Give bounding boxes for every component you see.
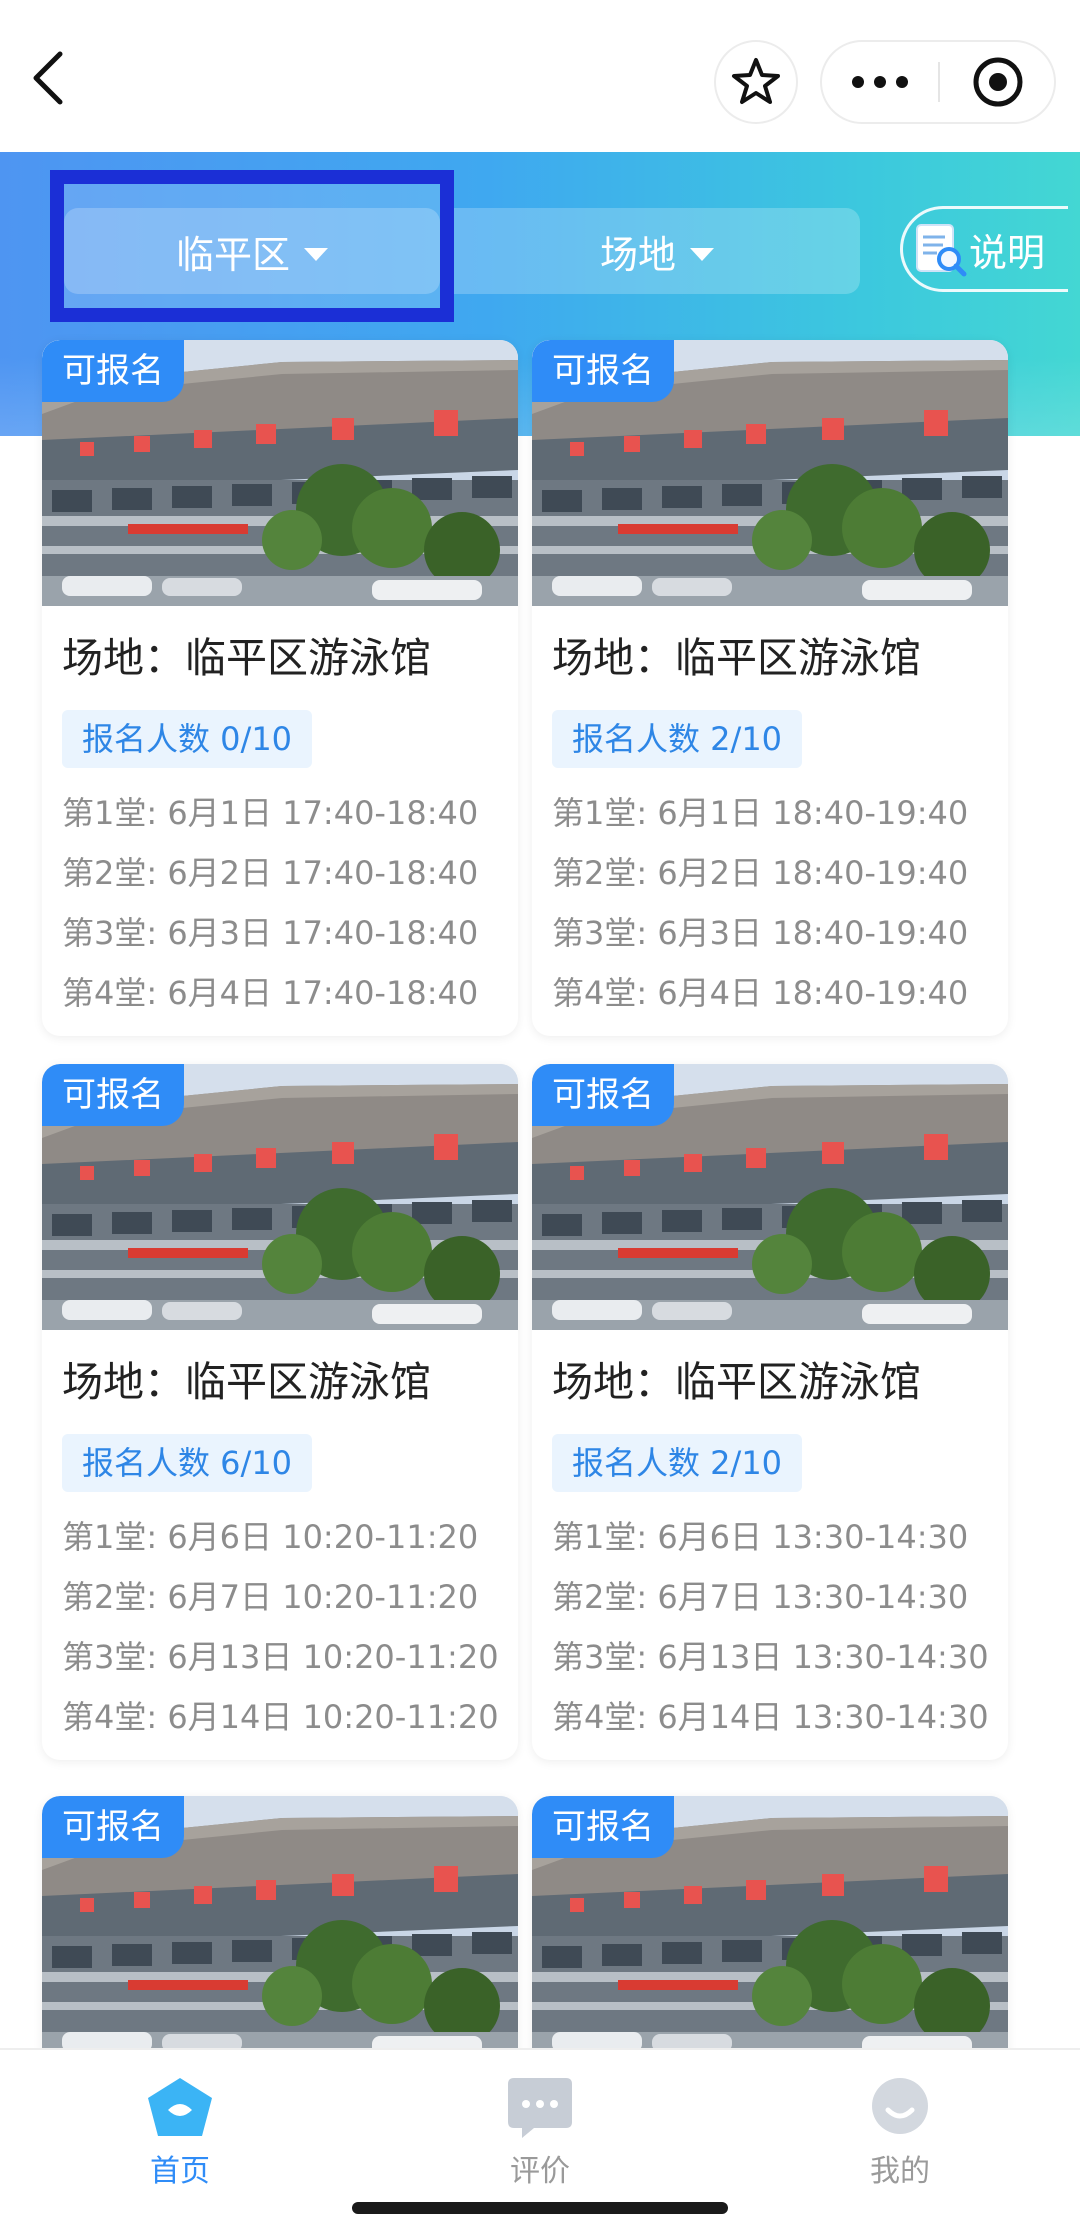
session-line: 第4堂: 6月14日 13:30-14:30 bbox=[552, 1698, 989, 1736]
session-line: 第4堂: 6月4日 17:40-18:40 bbox=[62, 974, 479, 1012]
tab-home[interactable]: 首页 bbox=[80, 2050, 280, 2190]
explain-button[interactable]: 说明 bbox=[900, 206, 1068, 292]
top-nav-bar bbox=[0, 0, 1080, 152]
chat-icon bbox=[508, 2078, 572, 2138]
district-filter-label: 临平区 bbox=[175, 232, 290, 277]
venue-filter[interactable]: 场地 bbox=[454, 208, 860, 294]
session-line: 第3堂: 6月13日 10:20-11:20 bbox=[62, 1638, 499, 1676]
session-line: 第3堂: 6月13日 13:30-14:30 bbox=[552, 1638, 989, 1676]
user-icon bbox=[872, 2078, 928, 2134]
more-button[interactable] bbox=[822, 42, 938, 122]
chevron-left-icon bbox=[33, 51, 63, 105]
course-card[interactable]: 可报名 场地：临平区游泳馆 报名人数 2/10 第1堂: 6月6日 13:30-… bbox=[532, 1064, 1008, 1760]
status-badge: 可报名 bbox=[532, 1796, 674, 1858]
status-badge: 可报名 bbox=[42, 340, 184, 402]
session-line: 第1堂: 6月1日 18:40-19:40 bbox=[552, 794, 969, 832]
tab-mine[interactable]: 我的 bbox=[800, 2050, 1000, 2190]
session-line: 第4堂: 6月4日 18:40-19:40 bbox=[552, 974, 969, 1012]
tab-reviews[interactable]: 评价 bbox=[440, 2050, 640, 2190]
session-line: 第1堂: 6月1日 17:40-18:40 bbox=[62, 794, 479, 832]
close-mini-program-button[interactable] bbox=[940, 42, 1056, 122]
favorite-button[interactable] bbox=[714, 40, 798, 124]
home-icon bbox=[148, 2078, 212, 2136]
enrollment-count: 报名人数 0/10 bbox=[62, 710, 313, 768]
explain-label: 说明 bbox=[969, 230, 1046, 275]
enrollment-count: 报名人数 2/10 bbox=[552, 710, 803, 768]
back-button[interactable] bbox=[28, 48, 88, 118]
tab-reviews-label: 评价 bbox=[510, 2154, 570, 2189]
card-title: 场地：临平区游泳馆 bbox=[552, 634, 921, 682]
caret-down-icon bbox=[304, 247, 328, 261]
session-line: 第1堂: 6月6日 13:30-14:30 bbox=[552, 1518, 969, 1556]
caret-down-icon bbox=[690, 247, 714, 261]
enrollment-count: 报名人数 6/10 bbox=[62, 1434, 313, 1492]
card-title: 场地：临平区游泳馆 bbox=[552, 1358, 921, 1406]
course-card[interactable]: 可报名 场地：临平区游泳馆 报名人数 6/10 第1堂: 6月6日 10:20-… bbox=[42, 1064, 518, 1760]
mini-program-capsule bbox=[820, 40, 1056, 124]
home-indicator bbox=[352, 2202, 728, 2214]
session-line: 第2堂: 6月7日 13:30-14:30 bbox=[552, 1578, 969, 1616]
status-badge: 可报名 bbox=[42, 1796, 184, 1858]
tab-mine-label: 我的 bbox=[870, 2154, 930, 2189]
district-filter[interactable]: 临平区 bbox=[64, 208, 440, 294]
target-icon bbox=[973, 57, 1023, 107]
course-card[interactable]: 可报名 场地：临平区游泳馆 报名人数 0/10 第1堂: 6月1日 17:40-… bbox=[42, 340, 518, 1036]
course-card[interactable]: 可报名 场地：临平区游泳馆 报名人数 2/10 第1堂: 6月1日 18:40-… bbox=[532, 340, 1008, 1036]
card-title: 场地：临平区游泳馆 bbox=[62, 634, 431, 682]
status-badge: 可报名 bbox=[42, 1064, 184, 1126]
session-line: 第1堂: 6月6日 10:20-11:20 bbox=[62, 1518, 479, 1556]
status-badge: 可报名 bbox=[532, 340, 674, 402]
session-line: 第3堂: 6月3日 17:40-18:40 bbox=[62, 914, 479, 952]
tab-home-label: 首页 bbox=[150, 2154, 210, 2189]
enrollment-count: 报名人数 2/10 bbox=[552, 1434, 803, 1492]
star-icon bbox=[732, 58, 780, 104]
document-search-icon bbox=[916, 224, 967, 277]
session-line: 第2堂: 6月2日 17:40-18:40 bbox=[62, 854, 479, 892]
card-title: 场地：临平区游泳馆 bbox=[62, 1358, 431, 1406]
session-line: 第2堂: 6月2日 18:40-19:40 bbox=[552, 854, 969, 892]
session-line: 第3堂: 6月3日 18:40-19:40 bbox=[552, 914, 969, 952]
more-dots-icon bbox=[852, 76, 908, 88]
session-line: 第4堂: 6月14日 10:20-11:20 bbox=[62, 1698, 499, 1736]
venue-filter-label: 场地 bbox=[599, 232, 676, 277]
session-line: 第2堂: 6月7日 10:20-11:20 bbox=[62, 1578, 479, 1616]
status-badge: 可报名 bbox=[532, 1064, 674, 1126]
